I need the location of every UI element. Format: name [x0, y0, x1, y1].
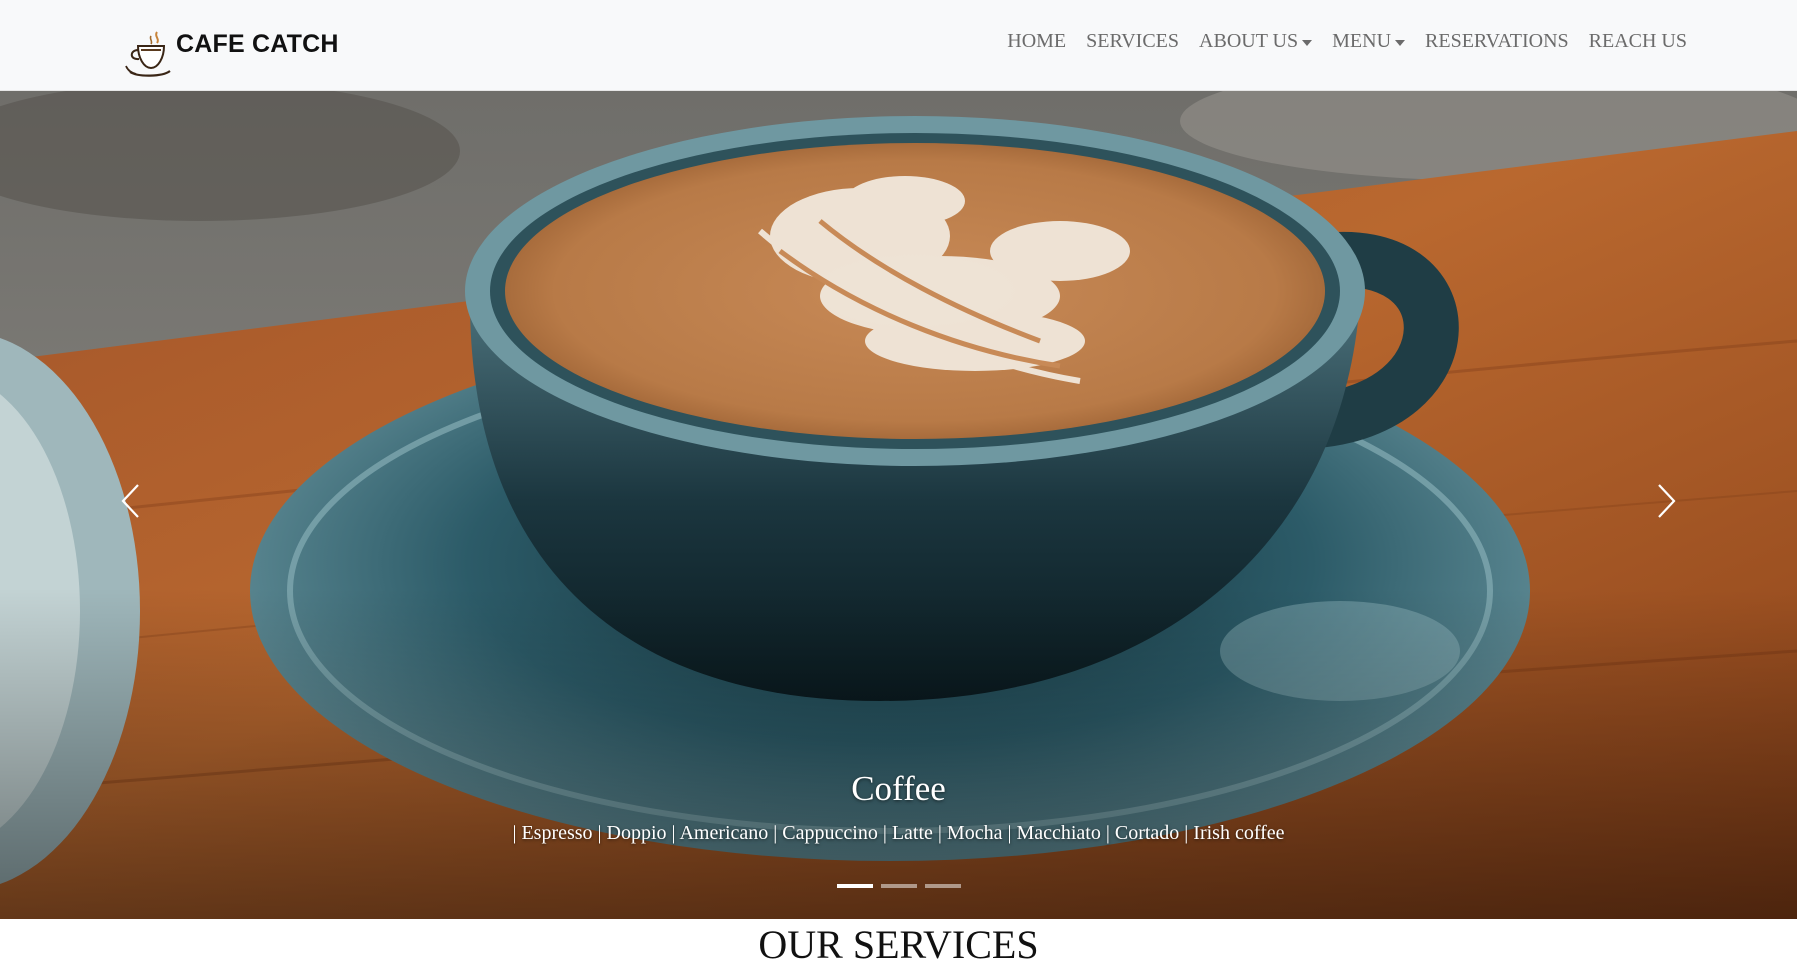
nav-menu-label: MENU	[1332, 30, 1392, 52]
brand-link[interactable]: CAFE CATCH	[124, 28, 339, 78]
nav-reservations[interactable]: RESERVATIONS	[1425, 30, 1569, 53]
nav-about-us-label: ABOUT US	[1199, 30, 1299, 52]
nav-about-us-dropdown[interactable]: ABOUT US	[1199, 30, 1313, 53]
carousel-next-button[interactable]	[1637, 441, 1697, 561]
navbar: CAFE CATCH HOME SERVICES ABOUT US MENU R…	[0, 0, 1797, 91]
carousel-indicator-3[interactable]	[924, 884, 961, 888]
coffee-cup-logo-icon	[125, 31, 171, 77]
chevron-right-icon	[1658, 484, 1676, 518]
nav-home-label: HOME	[1007, 30, 1067, 52]
hero-carousel: Coffee | Espresso | Doppio | Americano |…	[0, 91, 1797, 919]
chevron-left-icon	[121, 484, 139, 518]
carousel-indicators	[0, 884, 1797, 888]
nav-reach-us-label: REACH US	[1588, 30, 1687, 52]
nav-reach-us[interactable]: REACH US	[1589, 30, 1687, 53]
brand-name: CAFE CATCH	[176, 30, 339, 58]
nav-home[interactable]: HOME	[1007, 30, 1066, 53]
nav-services-label: SERVICES	[1086, 30, 1180, 52]
nav-services[interactable]: SERVICES	[1086, 30, 1179, 53]
nav-reservations-label: RESERVATIONS	[1425, 30, 1569, 52]
nav-links: HOME SERVICES ABOUT US MENU RESERVATIONS…	[1007, 30, 1687, 53]
services-section-title: OUR SERVICES	[758, 922, 1039, 967]
nav-menu-dropdown[interactable]: MENU	[1332, 30, 1406, 53]
carousel-indicator-1[interactable]	[836, 884, 873, 888]
caret-down-icon	[1302, 39, 1313, 46]
caret-down-icon	[1395, 39, 1406, 46]
carousel-prev-button[interactable]	[100, 441, 160, 561]
slide-description: | Espresso | Doppio | Americano | Cappuc…	[512, 822, 1285, 844]
slide-title: Coffee	[851, 769, 946, 808]
carousel-indicator-2[interactable]	[880, 884, 917, 888]
